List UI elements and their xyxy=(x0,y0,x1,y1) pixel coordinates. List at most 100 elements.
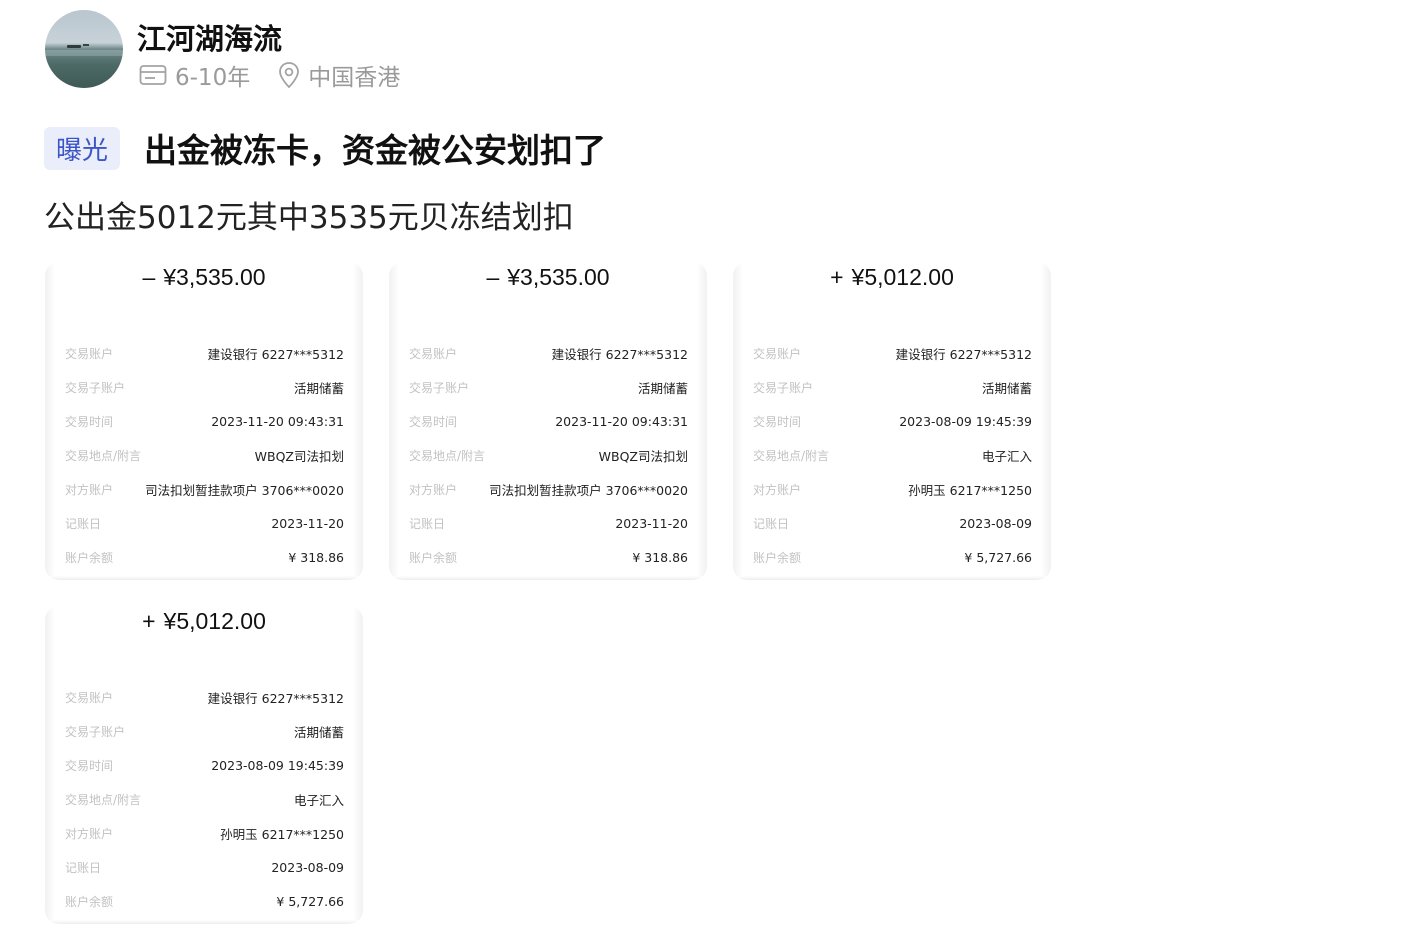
detail-label: 记账日 xyxy=(65,860,102,875)
detail-value: 2023-08-09 xyxy=(959,515,1032,531)
transaction-screenshot[interactable]: + ¥5,012.00 交易账户 建设银行 6227***5312 交易子账户 活期储… xyxy=(45,606,363,924)
card-edge-bottom xyxy=(45,576,363,580)
user-name[interactable]: 江河湖海流 xyxy=(137,16,282,58)
detail-value: ¥ 5,727.66 xyxy=(964,549,1032,565)
detail-row: 对方账户 孙明玉 6217***1250 xyxy=(753,472,1032,506)
detail-row: 交易地点/附言 电子汇入 xyxy=(65,782,344,816)
detail-row: 交易子账户 活期储蓄 xyxy=(409,370,688,404)
detail-value: 建设银行 6227***5312 xyxy=(895,346,1032,362)
detail-value: 2023-11-20 xyxy=(615,515,688,531)
detail-label: 交易地点/附言 xyxy=(65,792,142,807)
detail-label: 交易子账户 xyxy=(65,724,126,739)
detail-value: 活期储蓄 xyxy=(293,724,344,740)
post-body: 公出金5012元其中3535元贝冻结划扣 xyxy=(44,200,574,236)
detail-row: 账户余额 ¥ 5,727.66 xyxy=(753,540,1032,574)
detail-label: 交易账户 xyxy=(409,346,458,361)
detail-value: 司法扣划暂挂款项户 3706***0020 xyxy=(489,482,688,498)
transaction-screenshot[interactable]: – ¥3,535.00 交易账户 建设银行 6227***5312 交易子账户 活期储… xyxy=(389,262,707,580)
amount-value: ¥5,012.00 xyxy=(851,264,954,290)
detail-row: 交易子账户 活期储蓄 xyxy=(65,714,344,748)
card-edge-right xyxy=(353,262,363,580)
detail-row: 记账日 2023-08-09 xyxy=(753,506,1032,540)
transaction-details: 交易账户 建设银行 6227***5312 交易子账户 活期储蓄 交易时间 2023-… xyxy=(65,680,344,918)
detail-row: 交易账户 建设银行 6227***5312 xyxy=(753,336,1032,370)
detail-label: 对方账户 xyxy=(65,482,114,497)
card-edge-left xyxy=(45,262,55,580)
user-avatar[interactable] xyxy=(45,10,123,88)
location-pin-icon xyxy=(278,61,300,89)
user-meta: 6-10年 中国香港 xyxy=(139,58,428,92)
amount-sign: + xyxy=(830,264,844,290)
detail-value: ¥ 5,727.66 xyxy=(276,893,344,909)
detail-row: 记账日 2023-11-20 xyxy=(65,506,344,540)
amount-sign: + xyxy=(142,608,156,634)
user-location: 中国香港 xyxy=(308,65,401,91)
detail-label: 交易时间 xyxy=(409,414,458,429)
detail-row: 对方账户 司法扣划暂挂款项户 3706***0020 xyxy=(65,472,344,506)
detail-row: 记账日 2023-11-20 xyxy=(409,506,688,540)
amount-value: ¥3,535.00 xyxy=(507,264,610,290)
amount-value: ¥3,535.00 xyxy=(163,264,266,290)
detail-label: 交易地点/附言 xyxy=(753,448,830,463)
detail-row: 交易地点/附言 WBQZ司法扣划 xyxy=(65,438,344,472)
amount-value: ¥5,012.00 xyxy=(163,608,266,634)
detail-row: 对方账户 司法扣划暂挂款项户 3706***0020 xyxy=(409,472,688,506)
detail-value: 活期储蓄 xyxy=(981,380,1032,396)
detail-label: 交易账户 xyxy=(65,690,114,705)
exposure-tag[interactable]: 曝光 xyxy=(44,126,121,170)
detail-row: 交易时间 2023-11-20 09:43:31 xyxy=(65,404,344,438)
detail-value: ¥ 318.86 xyxy=(632,549,688,565)
detail-value: 司法扣划暂挂款项户 3706***0020 xyxy=(145,482,344,498)
detail-label: 账户余额 xyxy=(65,550,114,565)
detail-label: 账户余额 xyxy=(753,550,802,565)
detail-value: 孙明玉 6217***1250 xyxy=(220,826,344,842)
detail-value: WBQZ司法扣划 xyxy=(598,448,688,464)
detail-row: 交易地点/附言 WBQZ司法扣划 xyxy=(409,438,688,472)
detail-value: 孙明玉 6217***1250 xyxy=(908,482,1032,498)
transaction-details: 交易账户 建设银行 6227***5312 交易子账户 活期储蓄 交易时间 2023-… xyxy=(65,336,344,574)
detail-value: 2023-08-09 19:45:39 xyxy=(211,757,344,773)
detail-row: 交易子账户 活期储蓄 xyxy=(753,370,1032,404)
card-edge-left xyxy=(733,262,743,580)
experience-years: 6-10年 xyxy=(175,65,251,91)
transaction-amount: + ¥5,012.00 xyxy=(733,264,1051,291)
detail-value: 建设银行 6227***5312 xyxy=(207,346,344,362)
avatar-boat xyxy=(67,45,81,48)
card-edge-left xyxy=(389,262,399,580)
card-edge-right xyxy=(353,606,363,924)
card-edge-right xyxy=(697,262,707,580)
avatar-sea-shine xyxy=(45,50,123,56)
detail-label: 交易时间 xyxy=(65,414,114,429)
detail-label: 交易子账户 xyxy=(65,380,126,395)
detail-row: 交易时间 2023-08-09 19:45:39 xyxy=(753,404,1032,438)
detail-row: 交易时间 2023-08-09 19:45:39 xyxy=(65,748,344,782)
card-edge-bottom xyxy=(389,576,707,580)
detail-row: 账户余额 ¥ 318.86 xyxy=(409,540,688,574)
detail-label: 对方账户 xyxy=(409,482,458,497)
detail-value: WBQZ司法扣划 xyxy=(254,448,344,464)
detail-value: 建设银行 6227***5312 xyxy=(551,346,688,362)
detail-row: 记账日 2023-08-09 xyxy=(65,850,344,884)
detail-label: 对方账户 xyxy=(65,826,114,841)
transaction-screenshot[interactable]: – ¥3,535.00 交易账户 建设银行 6227***5312 交易子账户 活期储… xyxy=(45,262,363,580)
transaction-details: 交易账户 建设银行 6227***5312 交易子账户 活期储蓄 交易时间 2023-… xyxy=(409,336,688,574)
amount-sign: – xyxy=(142,264,156,290)
detail-row: 交易账户 建设银行 6227***5312 xyxy=(409,336,688,370)
detail-label: 记账日 xyxy=(409,516,446,531)
card-edge-bottom xyxy=(45,920,363,924)
transaction-screenshot[interactable]: + ¥5,012.00 交易账户 建设银行 6227***5312 交易子账户 活期储… xyxy=(733,262,1051,580)
detail-row: 对方账户 孙明玉 6217***1250 xyxy=(65,816,344,850)
detail-label: 交易账户 xyxy=(753,346,802,361)
detail-row: 交易子账户 活期储蓄 xyxy=(65,370,344,404)
card-edge-bottom xyxy=(733,576,1051,580)
id-card-icon xyxy=(139,64,167,86)
detail-label: 记账日 xyxy=(65,516,102,531)
card-edge-right xyxy=(1041,262,1051,580)
detail-label: 交易地点/附言 xyxy=(65,448,142,463)
detail-row: 账户余额 ¥ 318.86 xyxy=(65,540,344,574)
detail-value: 2023-08-09 19:45:39 xyxy=(899,413,1032,429)
post-title-row: 曝光 出金被冻卡，资金被公安划扣了 xyxy=(44,124,606,172)
transaction-amount: – ¥3,535.00 xyxy=(389,264,707,291)
detail-label: 交易地点/附言 xyxy=(409,448,486,463)
detail-label: 记账日 xyxy=(753,516,790,531)
